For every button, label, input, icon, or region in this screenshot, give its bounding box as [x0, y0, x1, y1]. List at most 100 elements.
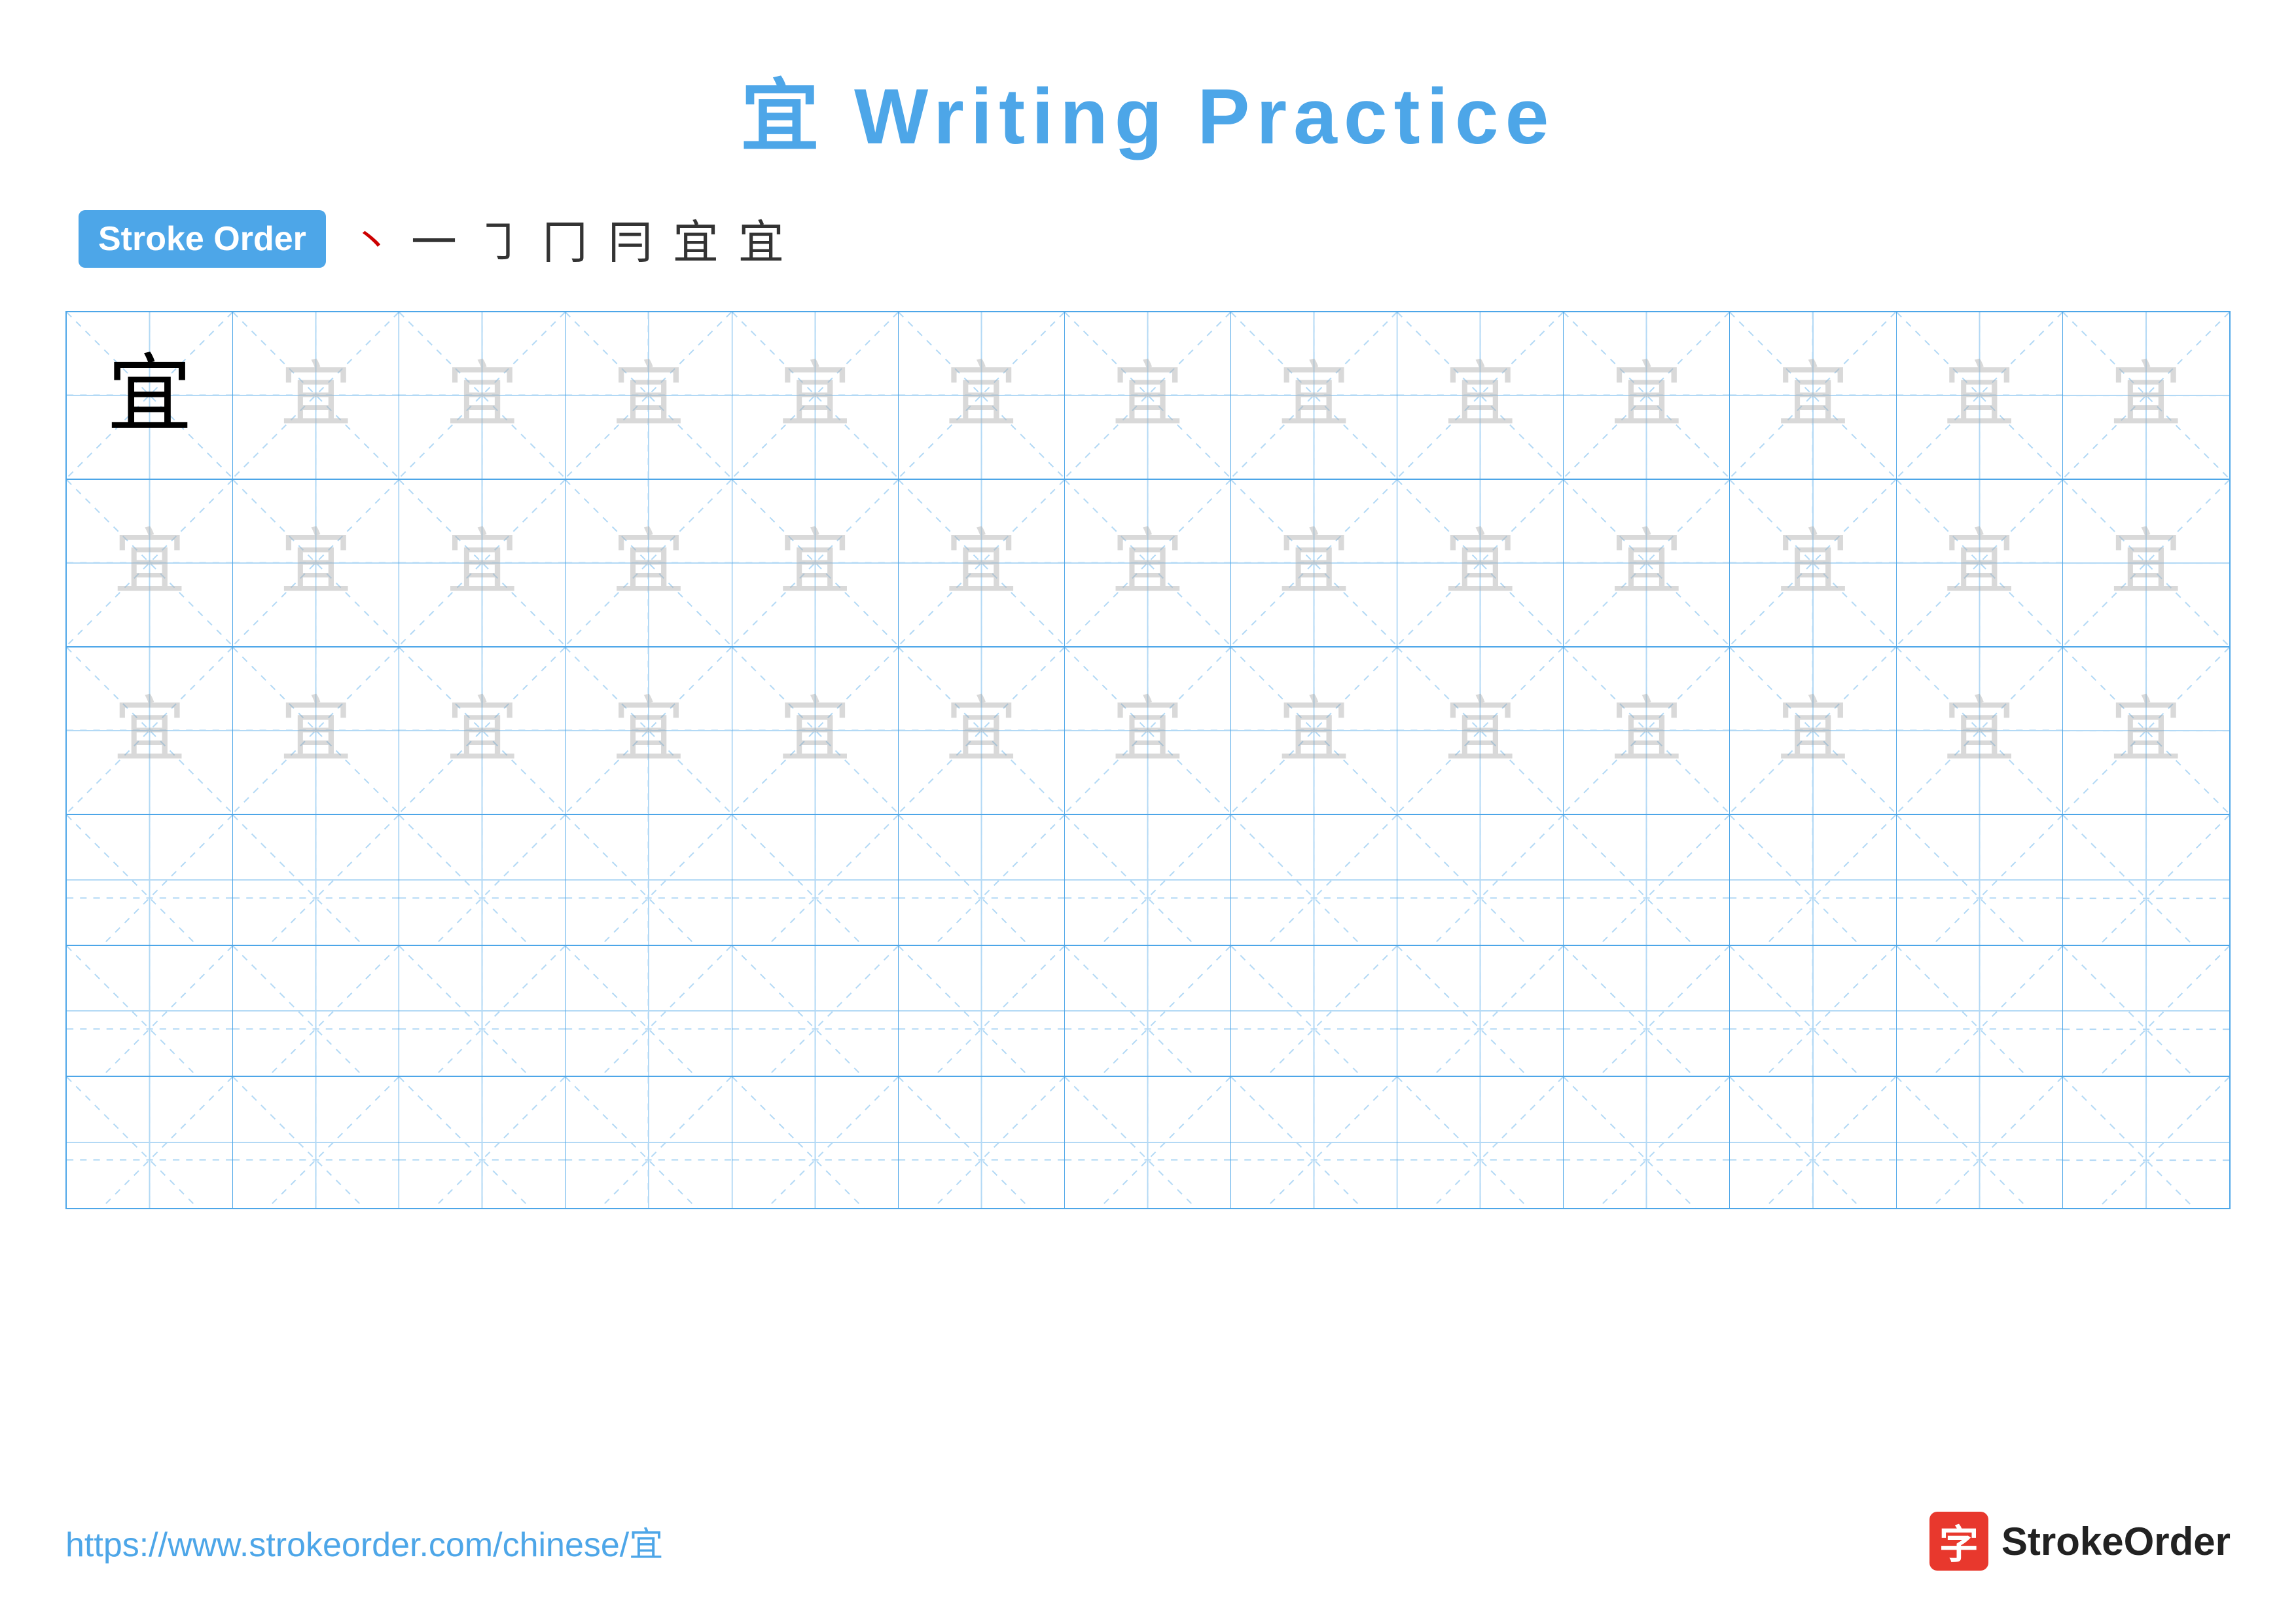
grid-cell[interactable] — [732, 1077, 899, 1208]
grid-row-1: 宜 宜 宜 — [67, 312, 2229, 480]
grid-row-4 — [67, 815, 2229, 946]
grid-cell[interactable]: 宜 — [399, 647, 565, 814]
grid-cell[interactable] — [399, 815, 565, 945]
grid-cell[interactable]: 宜 — [1564, 647, 1730, 814]
practice-char-guide: 宜 — [114, 527, 186, 599]
grid-cell[interactable] — [1897, 1077, 2063, 1208]
grid-cell[interactable]: 宜 — [1065, 647, 1231, 814]
grid-cell[interactable] — [1564, 815, 1730, 945]
grid-cell[interactable]: 宜 — [67, 312, 233, 479]
grid-cell[interactable] — [67, 1077, 233, 1208]
grid-cell[interactable]: 宜 — [1564, 312, 1730, 479]
grid-cell[interactable] — [565, 946, 732, 1076]
grid-cell[interactable]: 宜 — [1730, 312, 1896, 479]
grid-cell[interactable]: 宜 — [1397, 647, 1564, 814]
grid-cell[interactable]: 宜 — [565, 312, 732, 479]
grid-cell[interactable]: 宜 — [2063, 312, 2229, 479]
grid-cell[interactable] — [233, 946, 399, 1076]
grid-cell[interactable] — [1231, 946, 1397, 1076]
grid-cell[interactable] — [565, 1077, 732, 1208]
grid-cell[interactable]: 宜 — [732, 312, 899, 479]
practice-char-guide: 宜 — [1111, 359, 1183, 431]
grid-cell[interactable] — [1397, 946, 1564, 1076]
grid-cell[interactable] — [1564, 1077, 1730, 1208]
grid-cell[interactable] — [399, 946, 565, 1076]
grid-cell[interactable] — [1397, 1077, 1564, 1208]
practice-char-guide: 宜 — [613, 527, 685, 599]
practice-char-guide: 宜 — [446, 359, 518, 431]
grid-cell[interactable]: 宜 — [1397, 312, 1564, 479]
grid-cell[interactable]: 宜 — [565, 480, 732, 646]
practice-char-guide: 宜 — [779, 359, 851, 431]
grid-cell[interactable]: 宜 — [899, 647, 1065, 814]
grid-cell[interactable]: 宜 — [1231, 312, 1397, 479]
grid-cell[interactable] — [899, 1077, 1065, 1208]
grid-cell[interactable] — [1065, 1077, 1231, 1208]
grid-cell[interactable] — [732, 946, 899, 1076]
grid-cell[interactable] — [399, 1077, 565, 1208]
footer-url[interactable]: https://www.strokeorder.com/chinese/宜 — [65, 1517, 663, 1566]
grid-cell[interactable]: 宜 — [233, 312, 399, 479]
practice-char-guide: 宜 — [2110, 359, 2182, 431]
practice-char-guide: 宜 — [280, 359, 352, 431]
grid-cell[interactable] — [1564, 946, 1730, 1076]
grid-cell[interactable]: 宜 — [732, 647, 899, 814]
stroke-5: 冃 — [607, 206, 653, 272]
grid-cell[interactable]: 宜 — [399, 480, 565, 646]
grid-cell[interactable] — [1065, 815, 1231, 945]
grid-cell[interactable] — [1397, 815, 1564, 945]
grid-cell[interactable]: 宜 — [1564, 480, 1730, 646]
practice-char-guide: 宜 — [2110, 695, 2182, 767]
grid-cell[interactable] — [67, 946, 233, 1076]
grid-cell[interactable] — [2063, 815, 2229, 945]
grid-cell[interactable]: 宜 — [1897, 312, 2063, 479]
grid-cell[interactable] — [1730, 815, 1896, 945]
grid-cell[interactable]: 宜 — [233, 647, 399, 814]
grid-cell[interactable] — [67, 815, 233, 945]
grid-cell[interactable]: 宜 — [1730, 647, 1896, 814]
grid-cell[interactable] — [1231, 815, 1397, 945]
grid-cell[interactable]: 宜 — [1897, 647, 2063, 814]
grid-cell[interactable] — [1065, 946, 1231, 1076]
grid-cell[interactable] — [565, 815, 732, 945]
grid-cell[interactable]: 宜 — [1065, 480, 1231, 646]
grid-cell[interactable]: 宜 — [1897, 480, 2063, 646]
practice-char-guide: 宜 — [945, 359, 1017, 431]
grid-cell[interactable] — [1897, 946, 2063, 1076]
page: 宜 Writing Practice Stroke Order 丶 一 ㇆ 冂 … — [0, 0, 2296, 1623]
grid-cell[interactable] — [1231, 1077, 1397, 1208]
stroke-2: 一 — [411, 206, 457, 272]
grid-cell[interactable] — [899, 946, 1065, 1076]
grid-cell[interactable]: 宜 — [565, 647, 732, 814]
practice-char-guide: 宜 — [1444, 527, 1516, 599]
grid-cell[interactable]: 宜 — [1231, 647, 1397, 814]
grid-cell[interactable] — [732, 815, 899, 945]
grid-cell[interactable]: 宜 — [1231, 480, 1397, 646]
grid-cell[interactable]: 宜 — [899, 480, 1065, 646]
grid-cell[interactable]: 宜 — [2063, 647, 2229, 814]
grid-cell[interactable]: 宜 — [233, 480, 399, 646]
grid-cell[interactable]: 宜 — [732, 480, 899, 646]
grid-cell[interactable] — [233, 815, 399, 945]
grid-cell[interactable]: 宜 — [67, 647, 233, 814]
practice-char-guide: 宜 — [1111, 695, 1183, 767]
grid-cell[interactable] — [1897, 815, 2063, 945]
practice-char-guide: 宜 — [945, 527, 1017, 599]
title-char: 宜 — [741, 73, 826, 160]
grid-cell[interactable] — [1730, 1077, 1896, 1208]
grid-cell[interactable] — [2063, 1077, 2229, 1208]
practice-char-guide: 宜 — [945, 695, 1017, 767]
grid-cell[interactable]: 宜 — [1065, 312, 1231, 479]
grid-cell[interactable]: 宜 — [1397, 480, 1564, 646]
grid-cell[interactable] — [899, 815, 1065, 945]
grid-cell[interactable]: 宜 — [2063, 480, 2229, 646]
grid-cell[interactable]: 宜 — [899, 312, 1065, 479]
grid-cell[interactable] — [1730, 946, 1896, 1076]
practice-char-guide: 宜 — [1943, 695, 2015, 767]
grid-cell[interactable] — [233, 1077, 399, 1208]
grid-cell[interactable]: 宜 — [1730, 480, 1896, 646]
grid-cell[interactable]: 宜 — [67, 480, 233, 646]
grid-cell[interactable]: 宜 — [399, 312, 565, 479]
practice-char-guide: 宜 — [446, 695, 518, 767]
grid-cell[interactable] — [2063, 946, 2229, 1076]
